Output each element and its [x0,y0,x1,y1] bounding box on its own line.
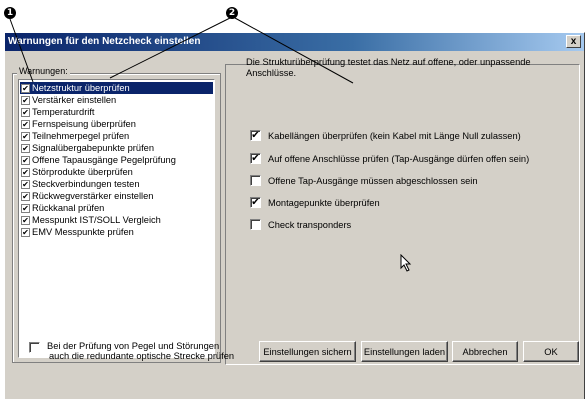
warning-list-item[interactable]: ✔ Störprodukte überprüfen [20,166,213,178]
option-label: Auf offene Anschlüsse prüfen (Tap-Ausgän… [268,153,530,164]
warning-item-label: Störprodukte überprüfen [32,167,133,177]
callout-marker-1: 1 [4,7,16,19]
option-checkbox[interactable]: ✔ [250,197,261,208]
option-row[interactable]: ✔ Kabellängen überprüfen (kein Kabel mit … [250,130,521,141]
load-settings-button[interactable]: Einstellungen laden [361,341,448,362]
callout-marker-2: 2 [226,7,238,19]
option-row[interactable]: Offene Tap-Ausgänge müssen abgeschlossen… [250,175,478,186]
warning-item-label: Steckverbindungen testen [32,179,140,189]
warning-list-item[interactable]: ✔ Verstärker einstellen [20,94,213,106]
ok-button[interactable]: OK [523,341,579,362]
option-row[interactable]: ✔ Auf offene Anschlüsse prüfen (Tap-Ausgä… [250,153,529,164]
title-bar[interactable]: Warnungen für den Netzcheck einstellen x [5,33,584,51]
warning-list-item[interactable]: ✔ EMV Messpunkte prüfen [20,226,213,238]
warning-list-item[interactable]: ✔ Messpunkt IST/SOLL Vergleich [20,214,213,226]
check-mark-icon[interactable]: ✔ [21,155,30,165]
redundant-check-line2: auch die redundante optische Strecke prü… [49,351,235,361]
details-panel [225,64,580,365]
window-title: Warnungen für den Netzcheck einstellen [8,36,201,47]
warning-list-item[interactable]: ✔ Netzstruktur überprüfen [20,82,213,94]
warning-item-label: Netzstruktur überprüfen [32,83,130,93]
warning-item-label: Signalübergabepunkte prüfen [32,143,154,153]
cancel-button[interactable]: Abbrechen [452,341,518,362]
option-checkbox[interactable]: ✔ [250,153,261,164]
warning-item-label: Rückwegverstärker einstellen [32,191,154,201]
warning-item-label: Rückkanal prüfen [32,203,105,213]
check-mark-icon[interactable]: ✔ [21,203,30,213]
redundant-check-checkbox[interactable] [29,342,40,353]
warning-list-item[interactable]: ✔ Rückkanal prüfen [20,202,213,214]
warnings-listbox[interactable]: ✔ Netzstruktur überprüfen ✔ Verstärker eins… [18,79,215,358]
warning-list-item[interactable]: ✔ Steckverbindungen testen [20,178,213,190]
warning-item-label: Teilnehmerpegel prüfen [32,131,130,141]
description-text: Die Strukturüberprüfung testet das Netz … [246,57,531,78]
check-mark-icon[interactable]: ✔ [21,143,30,153]
check-mark-icon[interactable]: ✔ [21,107,30,117]
warnings-group-label: Warnungen: [17,66,70,76]
warning-list-item[interactable]: ✔ Teilnehmerpegel prüfen [20,130,213,142]
option-label: Offene Tap-Ausgänge müssen abgeschlossen… [268,175,478,186]
warning-list-item[interactable]: ✔ Fernspeisung überprüfen [20,118,213,130]
check-mark-icon[interactable]: ✔ [21,191,30,201]
option-row[interactable]: Check transponders [250,219,351,230]
option-checkbox[interactable] [250,175,261,186]
warning-item-label: Offene Tapausgänge Pegelprüfung [32,155,176,165]
check-mark-icon[interactable]: ✔ [21,167,30,177]
option-checkbox[interactable] [250,219,261,230]
option-row[interactable]: ✔ Montagepunkte überprüfen [250,197,380,208]
warning-list-item[interactable]: ✔ Offene Tapausgänge Pegelprüfung [20,154,213,166]
warning-item-label: Fernspeisung überprüfen [32,119,136,129]
option-checkbox[interactable]: ✔ [250,130,261,141]
warning-item-label: Verstärker einstellen [32,95,117,105]
redundant-check-line1: Bei der Prüfung von Pegel und Störungen [47,341,220,351]
check-mark-icon[interactable]: ✔ [21,215,30,225]
warning-item-label: Messpunkt IST/SOLL Vergleich [32,215,161,225]
check-mark-icon[interactable]: ✔ [21,227,30,237]
option-label: Montagepunkte überprüfen [268,197,380,208]
option-label: Kabellängen überprüfen (kein Kabel mit L… [268,130,521,141]
save-settings-button[interactable]: Einstellungen sichern [259,341,356,362]
check-mark-icon[interactable]: ✔ [21,95,30,105]
warning-item-label: EMV Messpunkte prüfen [32,227,134,237]
warning-item-label: Temperaturdrift [32,107,95,117]
check-mark-icon[interactable]: ✔ [21,179,30,189]
check-mark-icon[interactable]: ✔ [21,83,30,93]
check-mark-icon[interactable]: ✔ [21,131,30,141]
redundant-optical-check[interactable]: Bei der Prüfung von Pegel und Störungen … [29,341,234,361]
mouse-cursor-icon [400,254,412,272]
warning-list-item[interactable]: ✔ Rückwegverstärker einstellen [20,190,213,202]
check-mark-icon[interactable]: ✔ [21,119,30,129]
close-button[interactable]: x [566,35,581,48]
warning-list-item[interactable]: ✔ Signalübergabepunkte prüfen [20,142,213,154]
redundant-check-label: Bei der Prüfung von Pegel und Störungen … [47,341,234,361]
option-label: Check transponders [268,219,352,230]
warning-list-item[interactable]: ✔ Temperaturdrift [20,106,213,118]
